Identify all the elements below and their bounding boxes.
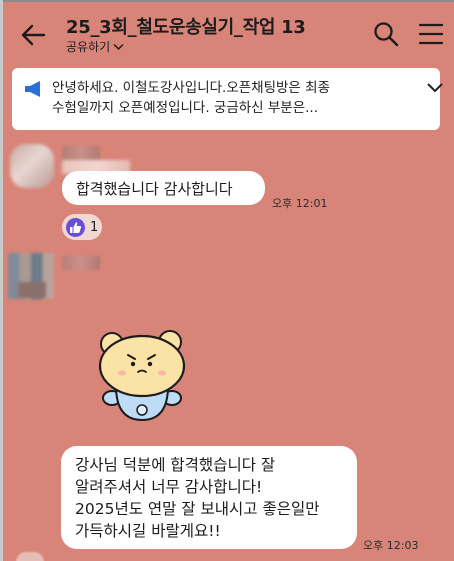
message-bubble[interactable]: 합격했습니다 감사합니다 — [62, 171, 265, 205]
reaction-badge[interactable]: 1 — [62, 214, 102, 240]
message-time: 오후 12:03 — [363, 539, 419, 552]
next-sender-avatar-partial — [16, 552, 44, 561]
hamburger-menu-icon — [418, 23, 444, 45]
chevron-down-icon — [427, 83, 443, 93]
share-label: 공유하기 — [66, 40, 111, 54]
message-line-2: 알려주셔서 너무 감사합니다! — [75, 478, 263, 496]
bear-sticker[interactable] — [92, 324, 192, 424]
back-button[interactable] — [18, 20, 48, 50]
notice-expand-button[interactable] — [426, 80, 444, 94]
menu-button[interactable] — [418, 22, 444, 46]
back-arrow-icon — [21, 24, 46, 46]
share-menu[interactable]: 공유하기 — [66, 38, 124, 55]
sender-name-blurred — [62, 256, 100, 270]
message-bubble[interactable]: 강사님 덕분에 합격했습니다 잘 알려주셔서 너무 감사합니다! 2025년도 … — [61, 446, 357, 549]
notice-line-2: 수험일까지 오픈예정입니다. 궁금하신 부분은... — [52, 100, 319, 116]
notice-text: 안녕하세요. 이철도강사입니다.오픈채팅방은 최종 수험일까지 오픈예정입니다.… — [52, 78, 397, 118]
message-line-1: 강사님 덕분에 합격했습니다 잘 — [75, 456, 276, 474]
megaphone-icon — [24, 80, 44, 98]
message-line-4: 가득하시길 바랄게요!! — [75, 522, 221, 540]
sender-avatar-detail — [18, 282, 46, 298]
thumbs-up-icon — [66, 217, 85, 237]
search-icon — [374, 22, 399, 47]
reaction-count: 1 — [90, 219, 99, 235]
sender-avatar[interactable] — [10, 144, 54, 188]
message-text: 합격했습니다 감사합니다 — [76, 180, 233, 198]
message-time: 오후 12:01 — [272, 197, 328, 210]
pinned-notice[interactable]: 안녕하세요. 이철도강사입니다.오픈채팅방은 최종 수험일까지 오픈예정입니다.… — [12, 68, 443, 130]
notice-line-1: 안녕하세요. 이철도강사입니다.오픈채팅방은 최종 — [52, 80, 330, 96]
chat-room-title: 25_3회_철도운송실기_작업 13 — [66, 17, 306, 38]
chat-header: 25_3회_철도운송실기_작업 13 공유하기 — [0, 0, 454, 62]
message-line-3: 2025년도 연말 잘 보내시고 좋은일만 — [75, 500, 320, 518]
search-button[interactable] — [373, 21, 399, 47]
chevron-down-icon — [113, 43, 124, 50]
window-left-border — [0, 0, 3, 561]
